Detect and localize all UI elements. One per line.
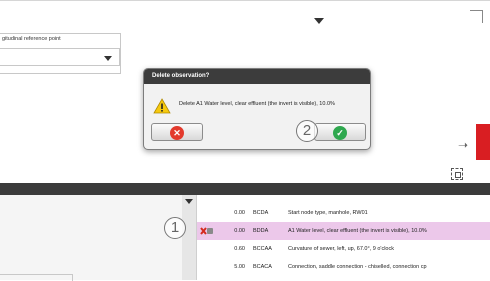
chevron-down-icon[interactable]: [104, 56, 112, 61]
arrow-right-icon: ➝: [458, 138, 469, 152]
green-check-icon: ✓: [333, 126, 347, 140]
scrollbar[interactable]: [182, 195, 197, 280]
description-cell: Connection, saddle connection - chiselle…: [288, 264, 427, 270]
red-marker: [476, 124, 490, 160]
table-row-selected[interactable]: 0.00 BDDA A1 Water level, clear effluent…: [197, 222, 490, 240]
code-cell: BDDA: [253, 228, 269, 234]
dropdown-arrow-icon[interactable]: [314, 18, 324, 24]
red-x-icon: ✕: [170, 126, 184, 140]
warning-icon: [153, 98, 171, 114]
cancel-button[interactable]: ✕: [151, 123, 203, 141]
chevron-icon[interactable]: [470, 10, 483, 23]
delete-observation-icon[interactable]: [200, 226, 214, 236]
description-cell: A1 Water level, clear effluent (the inve…: [288, 228, 427, 234]
chevron-down-icon[interactable]: [185, 199, 193, 204]
code-cell: BCDA: [253, 210, 269, 216]
properties-panel: [0, 195, 183, 280]
distance-cell: 0.00: [234, 210, 245, 216]
delete-observation-dialog: Delete observation? Delete A1 Water leve…: [143, 68, 371, 150]
code-cell: BCACA: [253, 264, 272, 270]
fit-view-icon[interactable]: [451, 168, 463, 180]
reference-point-select[interactable]: [0, 48, 120, 66]
callout-1: 1: [164, 217, 186, 239]
callout-2: 2: [296, 120, 318, 142]
dialog-title: Delete observation?: [144, 69, 370, 84]
reference-point-label: gitudinal reference point: [2, 36, 61, 42]
table-row[interactable]: 0.60 BCCAA Curvature of sewer, left, up,…: [197, 240, 490, 258]
description-cell: Start node type, manhole, RW01: [288, 210, 368, 216]
distance-cell: 0.00: [234, 228, 245, 234]
distance-cell: 5.00: [234, 264, 245, 270]
observations-table: 0.00 BCDA Start node type, manhole, RW01…: [197, 195, 490, 280]
description-cell: Curvature of sewer, left, up, 67.0°, 9 o…: [288, 246, 394, 252]
table-row[interactable]: 5.00 BCACA Connection, saddle connection…: [197, 258, 490, 276]
dialog-message: Delete A1 Water level, clear effluent (t…: [179, 101, 335, 107]
panel-divider-bar: [0, 183, 490, 195]
distance-cell: 0.60: [234, 246, 245, 252]
table-row[interactable]: 0.00 BCDA Start node type, manhole, RW01: [197, 204, 490, 222]
code-cell: BCCAA: [253, 246, 272, 252]
ok-button[interactable]: ✓: [314, 123, 366, 141]
